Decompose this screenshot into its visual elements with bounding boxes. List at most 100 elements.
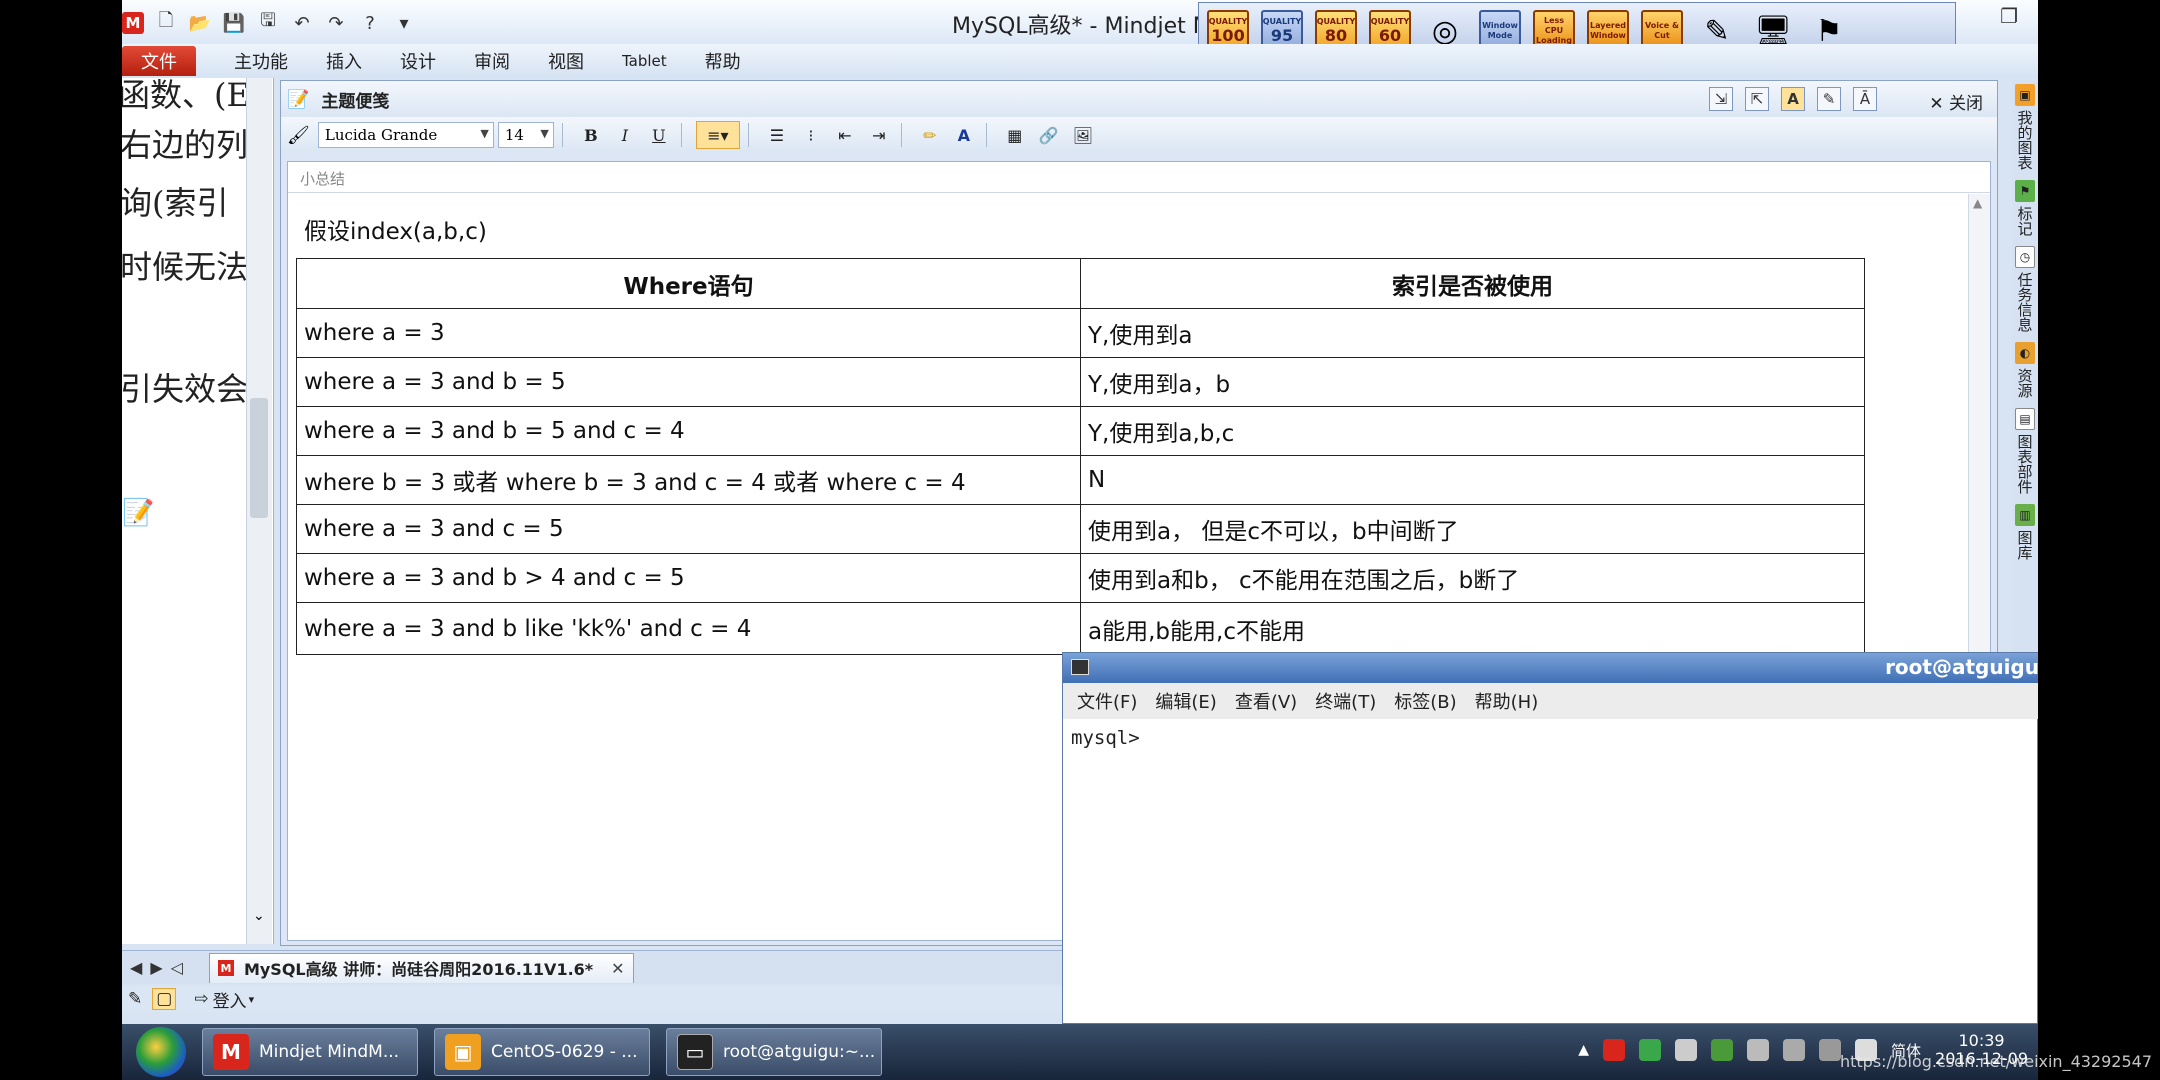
menu-home[interactable]: 主功能: [234, 48, 288, 74]
quick-access-toolbar: M 🗋 📂 💾 🖫 ↶ ↷ ? ▾: [122, 8, 416, 38]
tab-task-info[interactable]: ◷ 任务信息: [2015, 246, 2036, 332]
result-cell: 使用到a和b， c不能用在范围之后，b断了: [1080, 553, 1865, 603]
increase-indent-icon[interactable]: ⇥: [865, 121, 893, 149]
underline-icon[interactable]: U: [645, 121, 673, 149]
desktop-screen: M 🗋 📂 💾 🖫 ↶ ↷ ? ▾ MySQL高级* - Mindjet M ❐…: [122, 0, 2038, 1080]
tab-next-icon[interactable]: ▶: [150, 958, 162, 977]
menu-file[interactable]: 文件: [122, 46, 196, 76]
tab-library[interactable]: ▥ 图库: [2015, 504, 2036, 560]
tab-label: 资源: [2015, 368, 2034, 398]
vmware-icon: ▣: [445, 1034, 481, 1070]
tab-markers[interactable]: ⚑ 标记: [2015, 180, 2036, 236]
app-logo-icon[interactable]: M: [122, 12, 144, 34]
tray-device-icon[interactable]: [1675, 1039, 1697, 1061]
new-document-icon[interactable]: 🗋: [154, 10, 178, 35]
document-tab-mysql[interactable]: M MySQL高级 讲师：尚硅谷周阳2016.11V1.6* ✕: [208, 952, 634, 983]
tab-map-parts[interactable]: ▤ 图表部件: [2015, 408, 2036, 494]
font-size-select[interactable]: 14 ▼: [497, 122, 554, 148]
pen-tool-icon[interactable]: ✎: [128, 989, 142, 1009]
bullet-list-icon[interactable]: ⁝: [797, 121, 825, 149]
customize-dropdown-icon[interactable]: ▾: [392, 11, 416, 35]
menu-design[interactable]: 设计: [400, 48, 436, 74]
insert-table-icon[interactable]: ▦: [1001, 121, 1029, 149]
login-button[interactable]: 登入: [213, 987, 247, 1012]
where-cell: where a = 3: [296, 308, 1081, 358]
insert-link-icon[interactable]: 🔗: [1035, 121, 1063, 149]
map-view-icon[interactable]: ▢: [152, 988, 177, 1010]
format-painter-icon[interactable]: 🖌: [287, 125, 310, 146]
menu-insert[interactable]: 插入: [326, 48, 362, 74]
ink-mode-icon[interactable]: ✎: [1817, 87, 1841, 111]
topic-name: 小总结: [300, 170, 346, 188]
tray-app-icon[interactable]: [1603, 1039, 1625, 1061]
undo-icon[interactable]: ↶: [290, 11, 314, 35]
tab-my-maps[interactable]: ▣ 我的图表: [2015, 84, 2036, 170]
terminal-menu-edit[interactable]: 编辑(E): [1155, 688, 1216, 714]
text-style-icon[interactable]: Ā: [1853, 87, 1877, 111]
chevron-down-icon[interactable]: ▾: [249, 993, 255, 1006]
terminal-menu-file[interactable]: 文件(F): [1077, 688, 1137, 714]
help-icon[interactable]: ?: [358, 11, 382, 35]
save-icon[interactable]: 💾: [222, 11, 246, 35]
save-all-icon[interactable]: 🖫: [256, 10, 280, 35]
import-icon[interactable]: ⇲: [1709, 87, 1733, 111]
tray-volume-icon[interactable]: [1819, 1039, 1841, 1061]
decrease-indent-icon[interactable]: ⇤: [831, 121, 859, 149]
highlight-color-icon[interactable]: ✏: [916, 121, 944, 149]
tray-green-icon[interactable]: [1639, 1039, 1661, 1061]
tab-prev-icon[interactable]: ◀: [130, 958, 142, 977]
terminal-menu-help[interactable]: 帮助(H): [1475, 688, 1539, 714]
tab-resources[interactable]: ◐ 资源: [2015, 342, 2036, 398]
result-cell: Y,使用到a: [1080, 308, 1865, 358]
terminal-window[interactable]: root@atguigu 文件(F) 编辑(E) 查看(V) 终端(T) 标签(…: [1062, 652, 2038, 1024]
scroll-down-icon[interactable]: ⌄: [253, 908, 265, 924]
terminal-menu-terminal[interactable]: 终端(T): [1315, 688, 1376, 714]
note-premise-text: 假设index(a,b,c): [304, 219, 487, 245]
resources-icon: ◐: [2015, 342, 2035, 364]
numbered-list-icon[interactable]: ☰: [763, 121, 791, 149]
scrollbar-thumb[interactable]: [250, 398, 268, 518]
terminal-icon: [1071, 659, 1089, 675]
terminal-title-bar[interactable]: root@atguigu: [1063, 653, 2038, 683]
terminal-menu-tabs[interactable]: 标签(B): [1394, 688, 1456, 714]
close-notes-button[interactable]: ✕ 关闭: [1929, 89, 1983, 114]
mindjet-icon: M: [213, 1034, 249, 1070]
tray-sync-icon[interactable]: [1711, 1039, 1733, 1061]
menu-tablet[interactable]: Tablet: [622, 52, 667, 70]
bold-icon[interactable]: B: [577, 121, 605, 149]
close-tab-icon[interactable]: ✕: [611, 959, 624, 978]
tray-network-icon[interactable]: [1747, 1039, 1769, 1061]
menu-review[interactable]: 审阅: [474, 48, 510, 74]
font-family-select[interactable]: Lucida Grande ▼: [317, 122, 494, 148]
open-folder-icon[interactable]: 📂: [188, 11, 212, 35]
redo-icon[interactable]: ↷: [324, 11, 348, 35]
mysql-prompt[interactable]: mysql>: [1071, 727, 1140, 749]
taskbar-mindjet[interactable]: M Mindjet MindM...: [202, 1028, 418, 1076]
text-mode-icon[interactable]: A: [1781, 87, 1805, 111]
menu-help[interactable]: 帮助: [705, 48, 741, 74]
tab-first-icon[interactable]: ◁: [171, 958, 183, 977]
result-cell: a能用,b能用,c不能用: [1080, 602, 1865, 655]
export-icon[interactable]: ⇱: [1745, 87, 1769, 111]
terminal-menu-view[interactable]: 查看(V): [1235, 688, 1297, 714]
map-text-line: 时候无法: [122, 248, 249, 286]
start-button[interactable]: [136, 1027, 186, 1077]
italic-icon[interactable]: I: [611, 121, 639, 149]
vertical-scrollbar[interactable]: ⌄: [246, 78, 272, 944]
insert-image-icon[interactable]: 🖼: [1069, 121, 1097, 149]
tray-expand-icon[interactable]: ▲: [1578, 1042, 1589, 1058]
font-color-icon[interactable]: A: [950, 121, 978, 149]
marker-icon: ⚑: [2015, 180, 2035, 202]
scroll-up-icon[interactable]: ▲: [1973, 196, 1982, 210]
tray-flag-icon[interactable]: [1783, 1039, 1805, 1061]
taskbar-centos[interactable]: ▣ CentOS-0629 - ...: [434, 1028, 650, 1076]
note-pencil-icon[interactable]: 📝: [122, 498, 154, 528]
map-canvas-pane[interactable]: 函数、(E 右边的列 询(索引 时候无法 引失效会 📝 ⌄ ‹ ›: [122, 78, 274, 944]
notes-header: 📝 主题便笺 ⇲ ⇱ A ✎ Ā ✕ 关闭: [281, 81, 1997, 117]
align-left-icon[interactable]: ≡▾: [695, 121, 740, 149]
document-tab-bar: ◀ ▶ ◁ M MySQL高级 讲师：尚硅谷周阳2016.11V1.6* ✕: [122, 950, 1062, 984]
restore-window-icon[interactable]: ❐: [2000, 4, 2018, 28]
where-cell: where a = 3 and c = 5: [296, 504, 1081, 554]
menu-view[interactable]: 视图: [548, 48, 584, 74]
taskbar-terminal[interactable]: ▭ root@atguigu:~...: [666, 1028, 882, 1076]
